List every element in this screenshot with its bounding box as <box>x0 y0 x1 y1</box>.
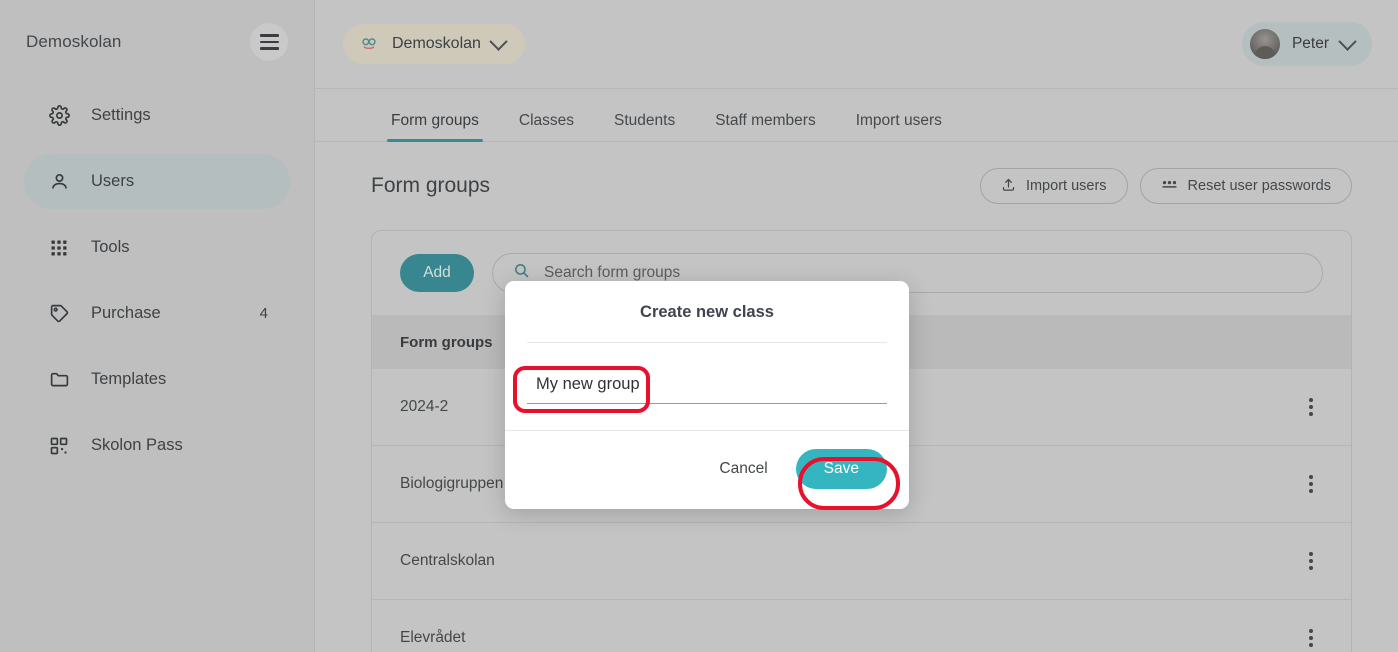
save-button[interactable]: Save <box>795 449 887 489</box>
cancel-button[interactable]: Cancel <box>707 452 779 486</box>
class-name-input[interactable] <box>527 371 887 404</box>
modal-title: Create new class <box>527 281 887 343</box>
modal-footer: Cancel Save <box>505 431 909 509</box>
modal-body <box>505 343 909 431</box>
create-new-class-modal: Create new class Cancel Save <box>505 281 909 509</box>
app-root: Demoskolan Settings Users Tools Purchase… <box>0 0 1398 652</box>
